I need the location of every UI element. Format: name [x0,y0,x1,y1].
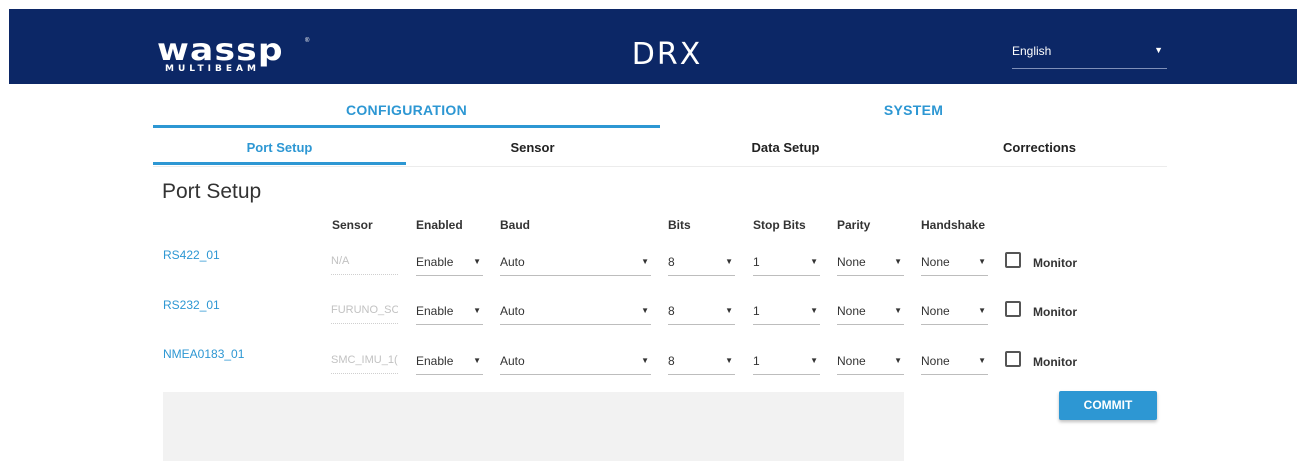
monitor-checkbox[interactable] [1005,351,1021,367]
parity-select[interactable]: None ▼ [837,350,904,375]
language-select[interactable]: English ▼ [1012,39,1167,69]
port-name[interactable]: RS422_01 [163,248,220,262]
enabled-value: Enable [416,304,454,318]
parity-value: None [837,354,866,368]
stop-bits-value: 1 [753,354,760,368]
port-name[interactable]: NMEA0183_01 [163,347,244,361]
port-name[interactable]: RS232_01 [163,298,220,312]
commit-button[interactable]: COMMIT [1059,391,1157,420]
handshake-select[interactable]: None ▼ [921,251,988,276]
stop-bits-select[interactable]: 1 ▼ [753,300,820,325]
enabled-select[interactable]: Enable ▼ [416,300,483,325]
handshake-select[interactable]: None ▼ [921,300,988,325]
tab-configuration[interactable]: CONFIGURATION [153,96,660,128]
dropdown-arrow-icon: ▼ [894,306,902,315]
dropdown-arrow-icon: ▼ [978,306,986,315]
dropdown-arrow-icon: ▼ [641,306,649,315]
main-tab-bar: CONFIGURATION SYSTEM [153,96,1167,128]
column-header-sensor: Sensor [332,218,373,232]
column-header-stop-bits: Stop Bits [753,218,806,232]
dropdown-arrow-icon: ▼ [641,356,649,365]
dropdown-arrow-icon: ▼ [725,356,733,365]
enabled-select[interactable]: Enable ▼ [416,350,483,375]
monitor-label: Monitor [1033,355,1077,369]
triangle-down-icon: ▼ [1154,45,1163,55]
baud-select[interactable]: Auto ▼ [500,251,651,276]
bits-select[interactable]: 8 ▼ [668,251,735,276]
dropdown-arrow-icon: ▼ [810,356,818,365]
enabled-value: Enable [416,255,454,269]
stop-bits-value: 1 [753,255,760,269]
dropdown-arrow-icon: ▼ [810,257,818,266]
app-header: wassp MULTIBEAM ® DRX English ▼ [9,9,1297,84]
tab-corrections[interactable]: Corrections [913,133,1166,165]
logo-subtitle: MULTIBEAM [165,64,260,74]
stop-bits-value: 1 [753,304,760,318]
enabled-value: Enable [416,354,454,368]
parity-value: None [837,304,866,318]
handshake-value: None [921,304,950,318]
baud-select[interactable]: Auto ▼ [500,350,651,375]
bits-value: 8 [668,354,675,368]
sensor-field: N/A [331,251,398,275]
dropdown-arrow-icon: ▼ [725,257,733,266]
bits-value: 8 [668,255,675,269]
bits-select[interactable]: 8 ▼ [668,300,735,325]
baud-select[interactable]: Auto ▼ [500,300,651,325]
tab-system[interactable]: SYSTEM [660,96,1167,128]
enabled-select[interactable]: Enable ▼ [416,251,483,276]
column-header-handshake: Handshake [921,218,986,232]
parity-select[interactable]: None ▼ [837,300,904,325]
column-header-enabled: Enabled [416,218,463,232]
bits-value: 8 [668,304,675,318]
handshake-value: None [921,255,950,269]
dropdown-arrow-icon: ▼ [473,306,481,315]
column-header-baud: Baud [500,218,530,232]
bits-select[interactable]: 8 ▼ [668,350,735,375]
sensor-field: SMC_IMU_1( [331,350,398,374]
monitor-label: Monitor [1033,305,1077,319]
tab-port-setup[interactable]: Port Setup [153,133,406,165]
sensor-field: FURUNO_SC [331,300,398,324]
monitor-checkbox[interactable] [1005,252,1021,268]
parity-value: None [837,255,866,269]
tab-data-setup[interactable]: Data Setup [659,133,912,165]
wassp-logo: wassp MULTIBEAM ® [157,36,317,84]
logo-wordmark: wassp [157,33,284,68]
dropdown-arrow-icon: ▼ [894,356,902,365]
product-name: DRX [631,37,703,72]
logo-registered-mark: ® [305,38,310,44]
dropdown-arrow-icon: ▼ [473,257,481,266]
column-header-bits: Bits [668,218,691,232]
parity-select[interactable]: None ▼ [837,251,904,276]
dropdown-arrow-icon: ▼ [473,356,481,365]
baud-value: Auto [500,304,525,318]
monitor-output-area [163,392,904,461]
stop-bits-select[interactable]: 1 ▼ [753,350,820,375]
dropdown-arrow-icon: ▼ [810,306,818,315]
baud-value: Auto [500,255,525,269]
baud-value: Auto [500,354,525,368]
monitor-checkbox[interactable] [1005,301,1021,317]
sub-tab-bar: Port Setup Sensor Data Setup Corrections [153,133,1167,167]
dropdown-arrow-icon: ▼ [978,257,986,266]
tab-sensor[interactable]: Sensor [406,133,659,165]
stop-bits-select[interactable]: 1 ▼ [753,251,820,276]
column-header-parity: Parity [837,218,871,232]
dropdown-arrow-icon: ▼ [641,257,649,266]
dropdown-arrow-icon: ▼ [978,356,986,365]
page-title: Port Setup [162,180,262,203]
dropdown-arrow-icon: ▼ [894,257,902,266]
monitor-label: Monitor [1033,256,1077,270]
language-value: English [1012,44,1052,58]
dropdown-arrow-icon: ▼ [725,306,733,315]
handshake-value: None [921,354,950,368]
handshake-select[interactable]: None ▼ [921,350,988,375]
